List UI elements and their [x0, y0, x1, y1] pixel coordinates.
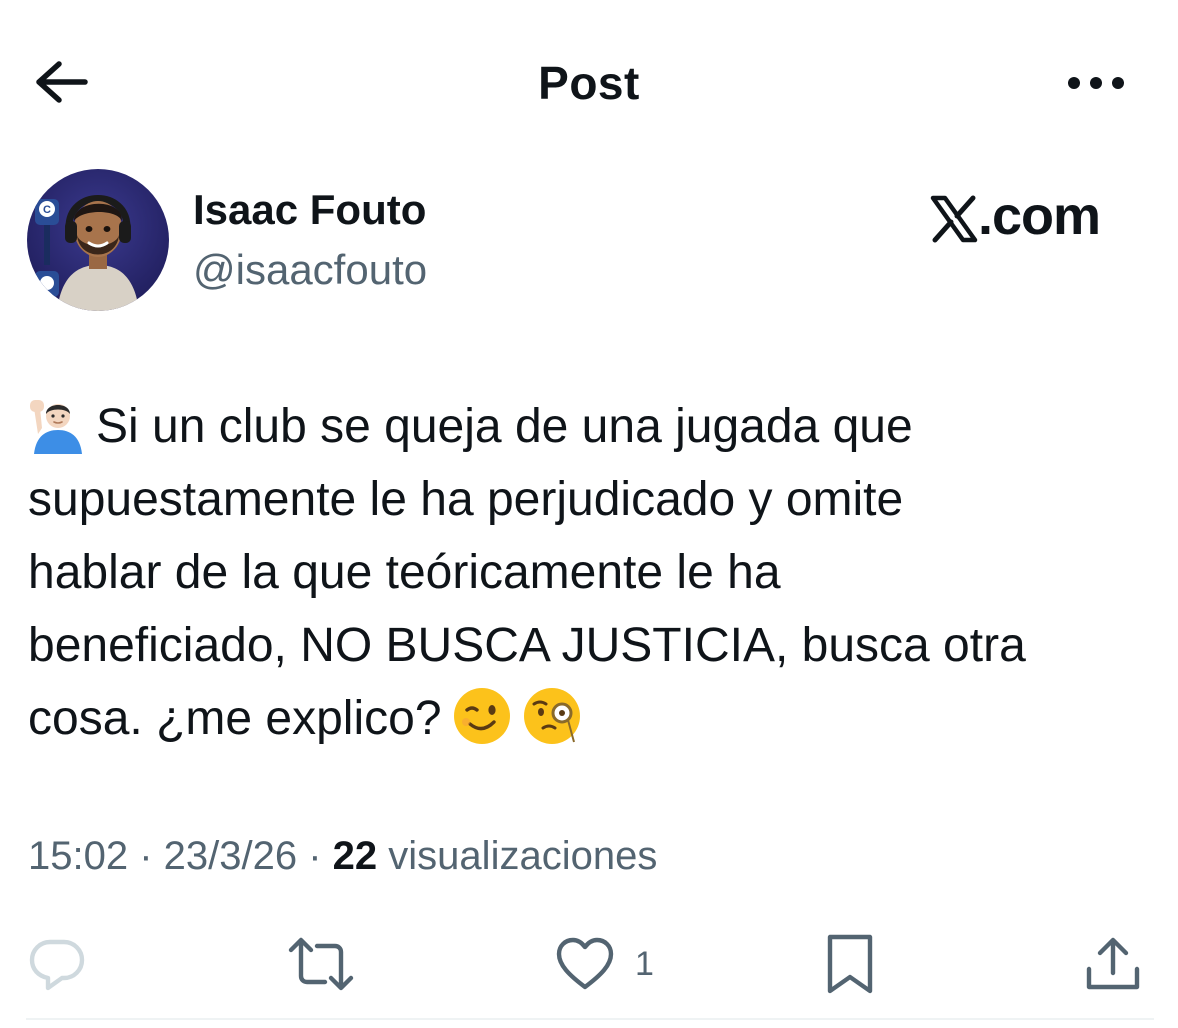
- post-line: Si un club se queja de una jugada que: [28, 390, 1158, 463]
- source-brand: .com: [930, 184, 1140, 248]
- post-meta: 15:02 · 23/3/26 · 22 visualizaciones: [28, 834, 657, 879]
- post-line-text: hablar de la que teóricamente le ha: [28, 546, 781, 599]
- top-bar: Post: [0, 0, 1178, 160]
- views-count[interactable]: 22: [333, 834, 378, 878]
- post-line: beneficiado, NO BUSCA JUSTICIA, busca ot…: [28, 609, 1158, 682]
- post-line-text: beneficiado, NO BUSCA JUSTICIA, busca ot…: [28, 619, 1026, 672]
- author-handle[interactable]: @isaacfouto: [193, 246, 427, 294]
- meta-separator: ·: [297, 834, 333, 878]
- ellipsis-horizontal-icon: [1068, 77, 1124, 89]
- reply-button[interactable]: [28, 932, 86, 996]
- post-line-text: cosa. ¿me explico?: [28, 692, 442, 745]
- views-label[interactable]: visualizaciones: [388, 834, 657, 878]
- face-with-monocle-emoji-icon: [523, 688, 580, 744]
- post-line-text: Si un club se queja de una jugada que: [96, 400, 913, 453]
- person-raising-hand-emoji-icon: [30, 400, 82, 454]
- svg-text:C: C: [43, 204, 51, 216]
- post-date[interactable]: 23/3/26: [164, 834, 297, 878]
- cartoon-avatar-icon: C: [27, 169, 169, 311]
- post-line-text: supuestamente le ha perjudicado y omite: [28, 473, 904, 526]
- x-logo-icon: [930, 195, 978, 243]
- bottom-divider: [26, 1018, 1154, 1020]
- more-options-button[interactable]: [1058, 58, 1134, 108]
- meta-separator: ·: [128, 834, 164, 878]
- repost-button[interactable]: [287, 932, 355, 996]
- post-text: Si un club se queja de una jugada que su…: [28, 390, 1158, 755]
- like-count: 1: [635, 944, 654, 983]
- bookmark-icon: [827, 934, 873, 994]
- post-time[interactable]: 15:02: [28, 834, 128, 878]
- post-line: cosa. ¿me explico?: [28, 682, 1158, 755]
- reply-icon: [29, 939, 85, 991]
- like-button[interactable]: 1: [555, 932, 654, 996]
- post-line: hablar de la que teóricamente le ha: [28, 536, 1158, 609]
- winking-face-emoji-icon: [453, 688, 510, 744]
- page-title: Post: [538, 57, 640, 109]
- share-button[interactable]: [1084, 932, 1142, 996]
- post-line: supuestamente le ha perjudicado y omite: [28, 463, 1158, 536]
- repost-icon: [288, 937, 354, 991]
- heart-icon: [556, 937, 614, 990]
- author-name[interactable]: Isaac Fouto: [193, 186, 426, 234]
- share-icon: [1086, 937, 1140, 990]
- bookmark-button[interactable]: [826, 932, 874, 996]
- source-brand-text: .com: [978, 186, 1101, 246]
- author-avatar[interactable]: C: [27, 169, 169, 311]
